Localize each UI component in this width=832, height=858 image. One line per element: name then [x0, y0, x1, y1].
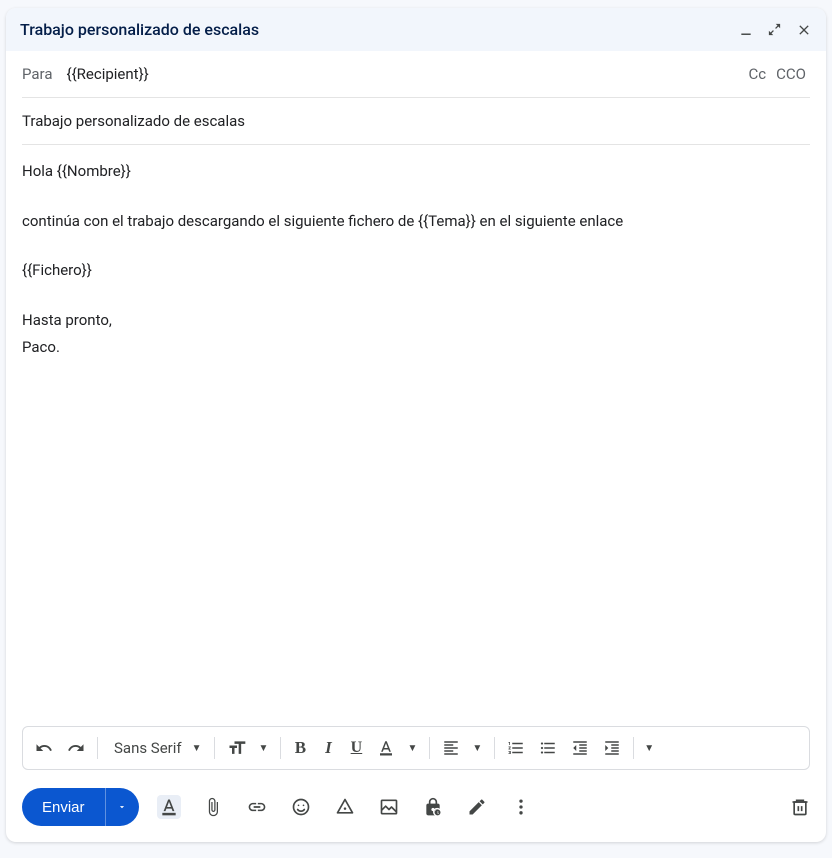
indent-more-icon[interactable]: [597, 734, 627, 762]
recipient-field[interactable]: {{Recipient}}: [67, 65, 735, 83]
bcc-button[interactable]: CCO: [776, 65, 806, 83]
attach-icons: [157, 795, 533, 819]
fullscreen-icon[interactable]: [767, 22, 782, 37]
to-label: Para: [22, 65, 53, 83]
attach-file-icon[interactable]: [201, 795, 225, 819]
body-line: Paco.: [22, 335, 810, 361]
email-body[interactable]: Hola {{Nombre}} continúa con el trabajo …: [6, 145, 826, 726]
cc-bcc-group: Cc CCO: [749, 65, 806, 83]
insert-drive-icon[interactable]: [333, 795, 357, 819]
text-color-icon[interactable]: [371, 734, 401, 762]
recipients-row[interactable]: Para {{Recipient}} Cc CCO: [22, 51, 810, 98]
discard-draft-icon[interactable]: [790, 797, 810, 817]
insert-link-icon[interactable]: [245, 795, 269, 819]
titlebar: Trabajo personalizado de escalas: [6, 8, 826, 51]
chevron-down-icon[interactable]: ▼: [468, 743, 488, 754]
font-size-icon[interactable]: [221, 734, 253, 762]
separator: [280, 737, 281, 759]
separator: [214, 737, 215, 759]
send-options-button[interactable]: [105, 788, 139, 826]
body-line: {{Fichero}}: [22, 258, 810, 284]
body-line: Hola {{Nombre}}: [22, 159, 810, 185]
formatting-toolbar: Sans Serif ▼ ▼ B I U ▼ ▼: [22, 726, 810, 770]
bulleted-list-icon[interactable]: [533, 734, 563, 762]
compose-window: Trabajo personalizado de escalas Para {{…: [6, 8, 826, 842]
minimize-icon[interactable]: [739, 23, 753, 37]
action-row: Enviar: [6, 780, 826, 842]
insert-photo-icon[interactable]: [377, 795, 401, 819]
send-button[interactable]: Enviar: [22, 788, 105, 826]
body-line: continúa con el trabajo descargando el s…: [22, 209, 810, 235]
compose-title: Trabajo personalizado de escalas: [20, 20, 259, 39]
separator: [97, 737, 98, 759]
insert-emoji-icon[interactable]: [289, 795, 313, 819]
confidential-mode-icon[interactable]: [421, 795, 445, 819]
subject-field[interactable]: Trabajo personalizado de escalas: [22, 98, 810, 145]
format-toggle-icon[interactable]: [157, 795, 181, 819]
chevron-down-icon[interactable]: ▼: [403, 743, 423, 754]
font-family-select[interactable]: Sans Serif: [104, 739, 186, 757]
separator: [633, 737, 634, 759]
bold-icon[interactable]: B: [287, 734, 313, 762]
italic-icon[interactable]: I: [315, 734, 341, 762]
align-icon[interactable]: [436, 734, 466, 762]
separator: [494, 737, 495, 759]
chevron-down-icon[interactable]: ▼: [188, 743, 208, 754]
separator: [429, 737, 430, 759]
cc-button[interactable]: Cc: [749, 65, 767, 83]
close-icon[interactable]: [796, 22, 812, 38]
numbered-list-icon[interactable]: [501, 734, 531, 762]
more-formatting-icon[interactable]: ▼: [640, 743, 660, 754]
chevron-down-icon[interactable]: ▼: [255, 743, 275, 754]
window-controls: [739, 22, 812, 38]
send-group: Enviar: [22, 788, 139, 826]
underline-icon[interactable]: U: [343, 734, 369, 762]
undo-icon[interactable]: [29, 734, 59, 762]
indent-less-icon[interactable]: [565, 734, 595, 762]
insert-signature-icon[interactable]: [465, 795, 489, 819]
body-line: Hasta pronto,: [22, 308, 810, 334]
more-options-icon[interactable]: [509, 795, 533, 819]
redo-icon[interactable]: [61, 734, 91, 762]
